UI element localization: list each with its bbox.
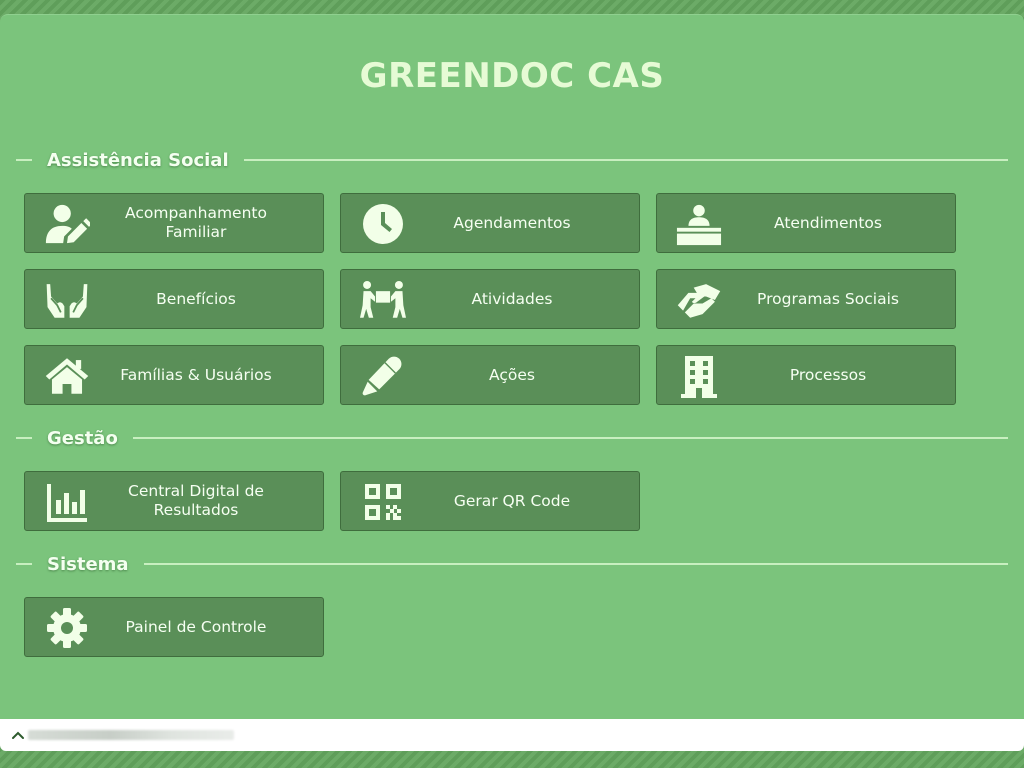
tile-label: Atividades bbox=[471, 289, 553, 308]
bottom-bar bbox=[0, 719, 1024, 751]
tile-label: Gerar QR Code bbox=[453, 491, 571, 510]
divider bbox=[132, 437, 1008, 439]
section-title: Gestão bbox=[47, 427, 118, 449]
divider bbox=[16, 437, 32, 439]
chevron-up-icon[interactable] bbox=[10, 727, 26, 743]
bar-chart-icon bbox=[39, 480, 95, 524]
tile-painel-de-controle[interactable]: Painel de Controle bbox=[24, 597, 324, 657]
tile-acompanhamento-familiar[interactable]: Acompanhamento Familiar bbox=[24, 193, 324, 253]
tile-label: Central Digital de Resultados bbox=[128, 482, 264, 519]
section-header-assistencia-social: Assistência Social bbox=[16, 148, 1008, 172]
divider bbox=[243, 159, 1008, 161]
user-edit-icon bbox=[39, 202, 95, 246]
tile-label: Benefícios bbox=[156, 289, 236, 308]
gear-icon bbox=[39, 606, 95, 650]
handshake-icon bbox=[671, 278, 727, 322]
tile-atendimentos[interactable]: Atendimentos bbox=[656, 193, 956, 253]
section-header-gestao: Gestão bbox=[16, 426, 1008, 450]
section-title: Sistema bbox=[47, 553, 129, 575]
hands-icon bbox=[39, 278, 95, 322]
tile-label: Agendamentos bbox=[453, 213, 571, 232]
home-icon bbox=[39, 354, 95, 398]
tile-acoes[interactable]: Ações bbox=[340, 345, 640, 405]
tile-label: Processos bbox=[789, 365, 867, 384]
section-header-sistema: Sistema bbox=[16, 552, 1008, 576]
tile-atividades[interactable]: Atividades bbox=[340, 269, 640, 329]
building-icon bbox=[671, 354, 727, 398]
tile-label: Famílias & Usuários bbox=[120, 365, 272, 384]
tile-label: Atendimentos bbox=[773, 213, 882, 232]
tile-label: Painel de Controle bbox=[125, 617, 267, 636]
tile-processos[interactable]: Processos bbox=[656, 345, 956, 405]
reception-desk-icon bbox=[671, 202, 727, 246]
divider bbox=[16, 159, 32, 161]
tile-label: Ações bbox=[489, 365, 535, 384]
qrcode-icon bbox=[355, 480, 411, 524]
tile-agendamentos[interactable]: Agendamentos bbox=[340, 193, 640, 253]
pen-icon bbox=[355, 354, 411, 398]
app-title: GREENDOC CAS bbox=[359, 56, 665, 96]
divider bbox=[143, 563, 1008, 565]
tile-familias-usuarios[interactable]: Famílias & Usuários bbox=[24, 345, 324, 405]
divider bbox=[16, 563, 32, 565]
tile-gerar-qr-code[interactable]: Gerar QR Code bbox=[340, 471, 640, 531]
obscured-text bbox=[28, 730, 234, 740]
tile-programas-sociais[interactable]: Programas Sociais bbox=[656, 269, 956, 329]
section-title: Assistência Social bbox=[47, 149, 229, 171]
tile-central-digital-resultados[interactable]: Central Digital de Resultados bbox=[24, 471, 324, 531]
tile-beneficios[interactable]: Benefícios bbox=[24, 269, 324, 329]
clock-icon bbox=[355, 202, 411, 246]
tile-label: Acompanhamento Familiar bbox=[125, 204, 267, 241]
tile-label: Programas Sociais bbox=[757, 289, 899, 308]
people-carry-icon bbox=[355, 278, 411, 322]
